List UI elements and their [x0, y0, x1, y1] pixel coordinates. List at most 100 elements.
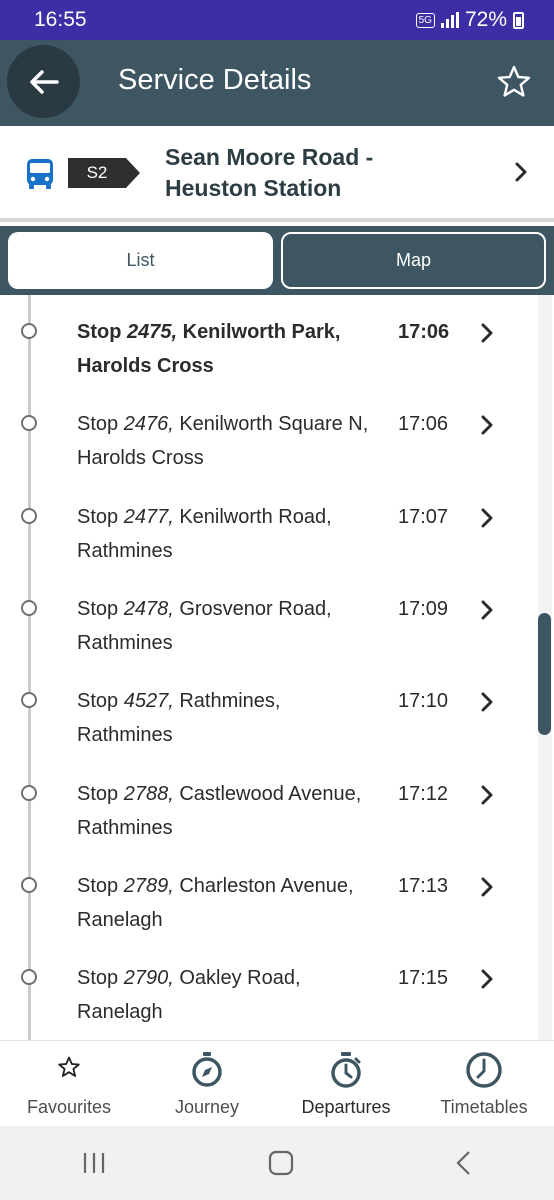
- stop-name: Stop 2475, Kenilworth Park, Harolds Cross: [77, 315, 377, 383]
- recent-apps-icon[interactable]: [81, 1151, 107, 1175]
- stop-number: 2476,: [123, 413, 174, 436]
- nav-label: Departures: [301, 1097, 391, 1117]
- status-time: 16:55: [34, 8, 87, 31]
- stop-row[interactable]: Stop 2475, Kenilworth Park, Harolds Cross…: [0, 303, 540, 395]
- back-button[interactable]: [7, 45, 80, 118]
- stop-street: Grosvenor Road,: [173, 597, 332, 620]
- stop-marker: [21, 692, 37, 709]
- stop-number: 2478,: [123, 597, 174, 620]
- stop-name: Stop 2788, Castlewood Avenue, Rathmines: [77, 777, 377, 845]
- home-icon[interactable]: [268, 1150, 294, 1176]
- scrollbar-thumb[interactable]: [538, 613, 551, 735]
- nav-label: Favourites: [26, 1097, 112, 1117]
- bus-icon: [27, 159, 53, 189]
- page-title: Service Details: [118, 64, 312, 96]
- chevron-right-icon: [481, 323, 493, 343]
- stop-name: Stop 2477, Kenilworth Road, Rathmines: [77, 500, 377, 568]
- stop-prefix: Stop: [77, 505, 124, 528]
- chevron-right-icon: [481, 415, 493, 435]
- stop-row[interactable]: Stop 2478, Grosvenor Road, Rathmines 17:09: [0, 580, 540, 672]
- tab-map[interactable]: Map: [281, 232, 546, 289]
- stop-time: 17:15: [398, 967, 449, 990]
- stop-time: 17:10: [398, 690, 449, 713]
- stop-prefix: Stop: [77, 597, 124, 620]
- stop-street: Charleston Avenue,: [173, 874, 354, 897]
- stop-list[interactable]: Stop 2475, Kenilworth Park, Harolds Cross…: [0, 295, 554, 1040]
- stopwatch-icon: [331, 1052, 361, 1088]
- stop-street: Kenilworth Park,: [177, 321, 341, 343]
- stop-area: Rathmines: [77, 816, 173, 839]
- stop-time: 17:06: [398, 413, 449, 436]
- favourite-star-icon[interactable]: [496, 64, 532, 100]
- bottom-navigation: Favourites Journey Departures Timetables: [0, 1040, 554, 1126]
- status-bar: 16:55 5G 72%: [0, 0, 554, 40]
- stop-prefix: Stop: [77, 874, 124, 897]
- route-number: S2: [86, 163, 108, 182]
- nav-timetables[interactable]: Timetables: [415, 1041, 553, 1127]
- chevron-right-icon: [481, 785, 493, 804]
- view-toggle: List Map: [0, 226, 554, 295]
- stop-row[interactable]: Stop 2476, Kenilworth Square N, Harolds C…: [0, 395, 540, 487]
- stop-prefix: Stop: [77, 782, 124, 805]
- stop-row[interactable]: Stop 2477, Kenilworth Road, Rathmines 17:0…: [0, 488, 540, 580]
- stop-number: 2790,: [123, 967, 174, 990]
- stop-time: 17:07: [398, 505, 449, 528]
- stop-area: Rathmines: [77, 631, 173, 654]
- stop-area: Rathmines: [77, 724, 173, 747]
- stop-marker: [21, 507, 37, 524]
- battery-percent: 72%: [464, 8, 507, 31]
- stop-area: Rathmines: [77, 539, 173, 562]
- stop-prefix: Stop: [77, 321, 127, 343]
- nav-departures[interactable]: Departures: [277, 1041, 415, 1127]
- stop-area: Ranelagh: [77, 1001, 163, 1024]
- stop-number: 2788,: [123, 782, 174, 805]
- stop-row[interactable]: Stop 4527, Rathmines, Rathmines 17:10: [0, 672, 540, 764]
- stop-prefix: Stop: [77, 690, 124, 713]
- nav-journey[interactable]: Journey: [138, 1041, 276, 1127]
- chevron-right-icon: [481, 877, 493, 897]
- stop-street: Castlewood Avenue,: [173, 782, 362, 805]
- stop-street: Oakley Road,: [173, 967, 301, 990]
- stop-time: 17:12: [398, 782, 449, 805]
- arrow-left-icon: [29, 69, 59, 94]
- route-name: Sean Moore Road - Heuston Station: [165, 142, 465, 204]
- signal-icon: [440, 12, 459, 28]
- stop-marker: [21, 599, 37, 616]
- stop-time: 17:13: [398, 874, 449, 897]
- star-outline-icon: [58, 1056, 80, 1077]
- route-header[interactable]: S2 Sean Moore Road - Heuston Station: [0, 126, 554, 222]
- chevron-right-icon: [481, 600, 493, 620]
- stop-row[interactable]: Stop 2790, Oakley Road, Ranelagh 17:15: [0, 949, 540, 1040]
- route-number-badge: S2: [68, 158, 140, 188]
- stop-number: 2789,: [123, 874, 174, 897]
- stop-number: 4527,: [123, 690, 174, 713]
- status-icons: 5G 72%: [415, 8, 524, 32]
- tab-list[interactable]: List: [8, 232, 273, 289]
- stop-area: Harolds Cross: [77, 355, 214, 377]
- system-back-icon[interactable]: [455, 1150, 473, 1176]
- chevron-right-icon: [481, 969, 493, 989]
- stop-time: 17:09: [398, 597, 449, 620]
- stop-name: Stop 2789, Charleston Avenue, Ranelagh: [77, 869, 377, 937]
- stop-name: Stop 2478, Grosvenor Road, Rathmines: [77, 592, 377, 660]
- stop-number: 2475,: [127, 321, 178, 343]
- stop-time: 17:06: [398, 321, 450, 343]
- stop-area: Harolds Cross: [77, 447, 204, 470]
- stop-row[interactable]: Stop 2788, Castlewood Avenue, Rathmines 17…: [0, 765, 540, 857]
- stop-number: 2477,: [123, 505, 174, 528]
- stop-row[interactable]: Stop 2789, Charleston Avenue, Ranelagh 17:…: [0, 857, 540, 949]
- stop-name: Stop 4527, Rathmines, Rathmines: [77, 684, 377, 752]
- route-name-line1: Sean Moore Road -: [165, 144, 374, 170]
- route-name-line2: Heuston Station: [165, 175, 342, 201]
- stop-prefix: Stop: [77, 413, 124, 436]
- clock-icon: [466, 1052, 502, 1088]
- stop-marker: [21, 323, 37, 339]
- chevron-right-icon: [515, 162, 527, 182]
- stop-name: Stop 2790, Oakley Road, Ranelagh: [77, 961, 377, 1029]
- nav-favourites[interactable]: Favourites: [0, 1041, 138, 1127]
- stop-marker: [21, 876, 37, 893]
- nav-label: Timetables: [440, 1097, 528, 1117]
- stop-name: Stop 2476, Kenilworth Square N, Harolds C…: [77, 407, 377, 475]
- app-bar: Service Details: [0, 40, 554, 126]
- stop-area: Ranelagh: [77, 908, 163, 931]
